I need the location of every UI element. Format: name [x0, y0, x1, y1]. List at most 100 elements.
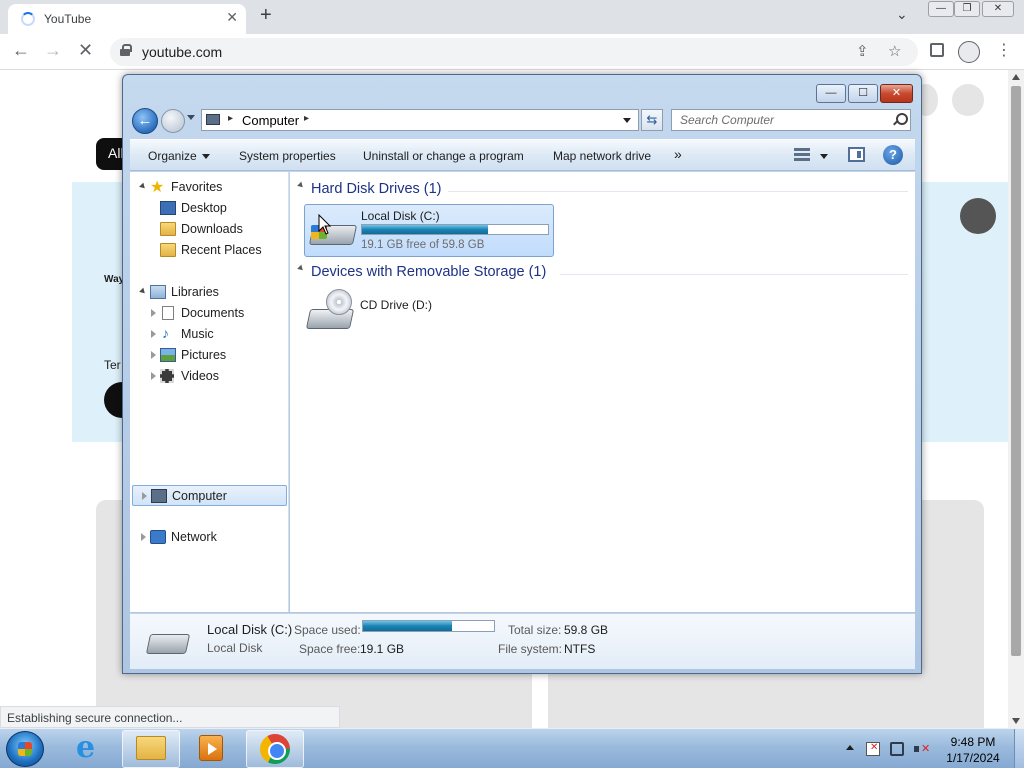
- action-center-icon[interactable]: [866, 742, 880, 756]
- yt-avatar-placeholder[interactable]: [952, 84, 984, 116]
- forward-button[interactable]: →: [44, 40, 62, 61]
- group-collapse-icon[interactable]: [297, 181, 305, 190]
- nav-item-recent-places[interactable]: Recent Places: [130, 240, 280, 261]
- show-hidden-icons-icon[interactable]: [846, 745, 854, 750]
- scroll-thumb[interactable]: [1011, 86, 1021, 656]
- tab-search-button[interactable]: ⌄: [896, 6, 908, 23]
- more-commands-button[interactable]: »: [674, 146, 682, 162]
- refresh-button[interactable]: ⇆: [641, 109, 663, 131]
- browser-status-bubble: Establishing secure connection...: [0, 706, 340, 728]
- yt-banner-close-icon[interactable]: [960, 198, 996, 234]
- drive-usage-bar: [361, 224, 549, 235]
- preview-pane-icon[interactable]: [848, 147, 865, 162]
- nav-item-documents[interactable]: Documents: [130, 303, 280, 324]
- group-collapse-icon[interactable]: [297, 264, 305, 273]
- explorer-minimize-button[interactable]: —: [816, 84, 846, 103]
- map-network-drive-button[interactable]: Map network drive: [553, 149, 651, 163]
- recent-pages-dropdown-icon[interactable]: [187, 115, 195, 120]
- windows-taskbar: e 9:48 PM 1/17/2024: [0, 728, 1024, 768]
- network-icon: [150, 530, 166, 544]
- collapsed-arrow-icon[interactable]: [142, 492, 147, 500]
- breadcrumb-separator-icon[interactable]: ▸: [304, 113, 309, 124]
- nav-item-pictures[interactable]: Pictures: [130, 345, 280, 366]
- collapsed-arrow-icon[interactable]: [141, 533, 146, 541]
- nav-item-downloads[interactable]: Downloads: [130, 219, 280, 240]
- collapsed-arrow-icon[interactable]: [151, 309, 156, 317]
- back-button[interactable]: ←: [12, 40, 30, 61]
- expanded-arrow-icon[interactable]: [139, 287, 147, 296]
- nav-item-network[interactable]: Network: [130, 527, 280, 548]
- nav-label: Videos: [181, 369, 219, 383]
- content-pane: Hard Disk Drives (1) Local Disk (C:) 19.…: [290, 172, 915, 612]
- nav-item-favorites[interactable]: ★ Favorites: [130, 177, 280, 198]
- group-header-hard-disk[interactable]: Hard Disk Drives (1): [311, 181, 442, 197]
- browser-minimize-button[interactable]: —: [928, 1, 954, 17]
- loading-spinner-icon: [21, 12, 35, 26]
- new-tab-button[interactable]: +: [260, 4, 272, 27]
- nav-item-videos[interactable]: Videos: [130, 366, 280, 387]
- media-player-icon[interactable]: [199, 735, 223, 761]
- browser-restore-button[interactable]: ❐: [954, 1, 980, 17]
- help-icon[interactable]: ?: [883, 145, 903, 165]
- explorer-window: — ☐ ✕ ← ▸ Computer ▸ ⇆ Search Computer O…: [122, 74, 922, 674]
- taskbar-clock[interactable]: 9:48 PM 1/17/2024: [940, 734, 1006, 766]
- nav-item-computer[interactable]: Computer: [132, 485, 287, 506]
- breadcrumb-separator-icon[interactable]: ▸: [228, 113, 233, 124]
- scroll-down-arrow-icon[interactable]: [1012, 718, 1020, 724]
- search-icon[interactable]: [892, 113, 908, 127]
- details-name: Local Disk (C:): [207, 622, 293, 637]
- internet-explorer-icon[interactable]: e: [76, 733, 104, 763]
- pictures-icon: [160, 348, 176, 362]
- browser-tab-youtube[interactable]: YouTube ✕: [8, 4, 246, 34]
- url-text[interactable]: youtube.com: [142, 44, 222, 60]
- view-options-dropdown-icon[interactable]: [820, 154, 828, 159]
- browser-menu-icon[interactable]: ⋮: [996, 40, 1012, 60]
- breadcrumb-computer[interactable]: Computer: [242, 113, 299, 128]
- nav-label: Downloads: [181, 222, 243, 236]
- bookmark-star-icon[interactable]: ☆: [888, 42, 901, 60]
- nav-item-music[interactable]: ♪ Music: [130, 324, 280, 345]
- explorer-maximize-button[interactable]: ☐: [848, 84, 878, 103]
- browser-close-button[interactable]: ✕: [982, 1, 1014, 17]
- explorer-close-button[interactable]: ✕: [880, 84, 913, 103]
- address-dropdown-icon[interactable]: [623, 118, 631, 123]
- uninstall-program-button[interactable]: Uninstall or change a program: [363, 149, 524, 163]
- address-bar[interactable]: youtube.com ⇪ ☆: [110, 38, 918, 66]
- explorer-forward-button[interactable]: [161, 109, 185, 133]
- system-properties-button[interactable]: System properties: [239, 149, 336, 163]
- collapsed-arrow-icon[interactable]: [151, 330, 156, 338]
- profile-avatar-icon[interactable]: [958, 41, 980, 63]
- expanded-arrow-icon[interactable]: [139, 182, 147, 191]
- share-icon[interactable]: ⇪: [856, 42, 869, 60]
- nav-label: Computer: [172, 489, 227, 503]
- collapsed-arrow-icon[interactable]: [151, 372, 156, 380]
- star-icon: ★: [150, 179, 165, 196]
- collapsed-arrow-icon[interactable]: [151, 351, 156, 359]
- organize-button[interactable]: Organize: [148, 149, 210, 163]
- explorer-search-input[interactable]: Search Computer: [671, 109, 911, 131]
- drive-item-local-disk-c[interactable]: Local Disk (C:) 19.1 GB free of 59.8 GB: [304, 204, 554, 257]
- explorer-address-bar[interactable]: ▸ Computer ▸: [201, 109, 639, 131]
- side-panel-icon[interactable]: [930, 43, 944, 57]
- nav-item-libraries[interactable]: Libraries: [130, 282, 280, 303]
- group-header-removable[interactable]: Devices with Removable Storage (1): [311, 264, 546, 280]
- tab-close-icon[interactable]: ✕: [226, 9, 238, 26]
- page-scrollbar[interactable]: [1008, 70, 1024, 728]
- network-status-icon[interactable]: [890, 742, 904, 756]
- drive-item-cd-drive-d[interactable]: CD Drive (D:): [360, 298, 432, 312]
- volume-muted-icon[interactable]: [914, 742, 930, 756]
- change-view-icon[interactable]: [794, 148, 810, 162]
- stop-loading-button[interactable]: ✕: [78, 40, 93, 61]
- details-type: Local Disk: [207, 641, 263, 655]
- lock-icon[interactable]: [120, 44, 132, 56]
- nav-label: Libraries: [171, 285, 219, 299]
- nav-label: Favorites: [171, 180, 223, 194]
- cd-drive-icon[interactable]: [305, 289, 356, 333]
- group-divider: [560, 274, 908, 275]
- show-desktop-button[interactable]: [1014, 729, 1024, 768]
- explorer-back-button[interactable]: ←: [132, 108, 158, 134]
- scroll-up-arrow-icon[interactable]: [1012, 74, 1020, 80]
- start-button[interactable]: [6, 731, 44, 767]
- nav-item-desktop[interactable]: Desktop: [130, 198, 280, 219]
- file-system-label: File system:: [498, 642, 563, 656]
